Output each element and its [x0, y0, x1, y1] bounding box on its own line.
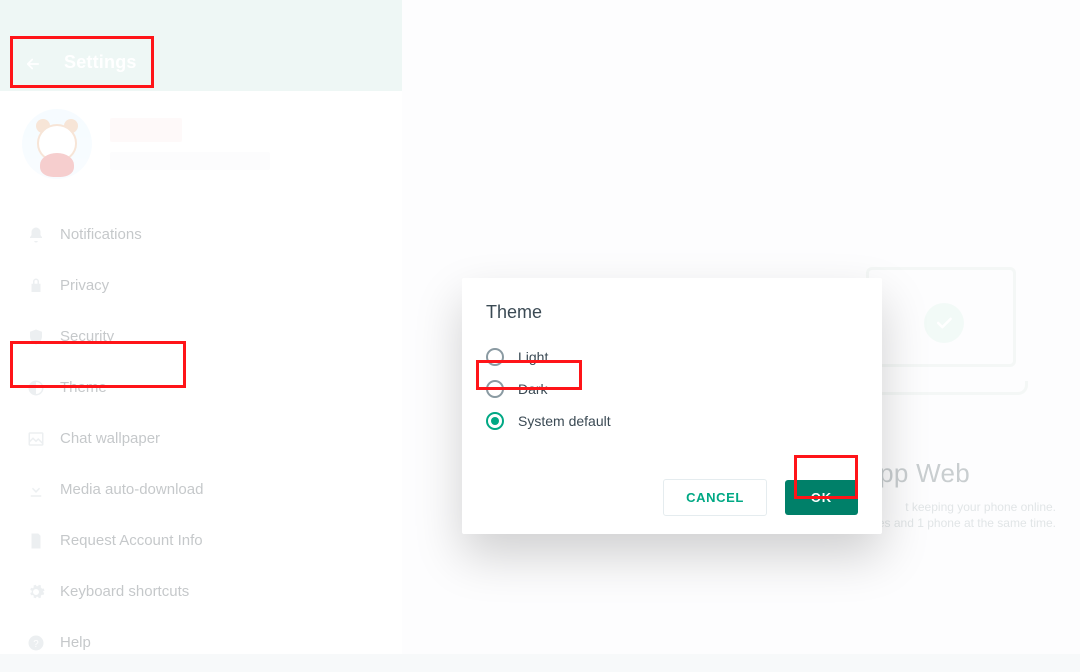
dialog-title: Theme: [486, 302, 858, 323]
theme-option-system-default[interactable]: System default: [486, 405, 858, 437]
option-label: System default: [518, 413, 611, 429]
radio-icon: [486, 348, 504, 366]
theme-option-dark[interactable]: Dark: [486, 373, 858, 405]
radio-icon: [486, 380, 504, 398]
dialog-actions: CANCEL OK: [486, 479, 858, 516]
radio-icon: [486, 412, 504, 430]
option-label: Dark: [518, 381, 548, 397]
ok-button[interactable]: OK: [785, 480, 858, 515]
theme-dialog: Theme Light Dark System default CANCEL O…: [462, 278, 882, 534]
theme-option-light[interactable]: Light: [486, 341, 858, 373]
cancel-button[interactable]: CANCEL: [663, 479, 767, 516]
option-label: Light: [518, 349, 548, 365]
